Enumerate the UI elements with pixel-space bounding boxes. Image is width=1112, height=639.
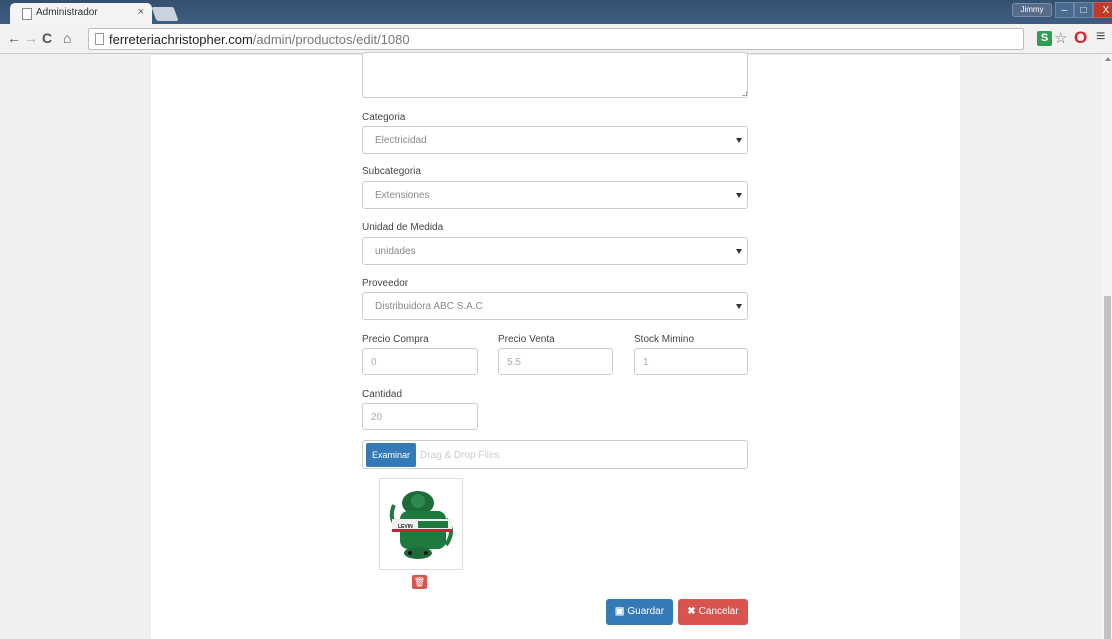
precio-compra-input[interactable]: 0 (362, 348, 478, 375)
stock-minimo-label: Stock Mimino (634, 334, 695, 345)
cantidad-input[interactable]: 20 (362, 403, 478, 430)
address-bar: ← → C ⌂ ferreteriachristopher.com/admin/… (0, 24, 1112, 54)
menu-icon[interactable]: ≡ (1096, 28, 1105, 46)
description-textarea[interactable] (362, 52, 748, 98)
delete-image-button[interactable]: 🗑 (412, 575, 427, 589)
cancel-label: Cancelar (698, 606, 739, 617)
close-window-button[interactable]: X (1093, 2, 1112, 18)
proveedor-select[interactable]: Distribuidora ABC S.A.C (362, 292, 748, 320)
precio-venta-label: Precio Venta (498, 334, 555, 345)
subcategoria-select[interactable]: Extensiones (362, 181, 748, 209)
reload-icon[interactable]: C (42, 30, 52, 46)
extension-icon[interactable]: S (1037, 31, 1052, 46)
opera-icon[interactable]: O (1074, 28, 1087, 48)
chevron-down-icon (736, 249, 742, 254)
categoria-select[interactable]: Electricidad (362, 126, 748, 154)
unidad-label: Unidad de Medida (362, 222, 444, 233)
chevron-down-icon (736, 138, 742, 143)
browser-tab[interactable]: Administrador × (10, 3, 152, 24)
scrollbar-thumb[interactable] (1104, 296, 1111, 639)
tab-title: Administrador (36, 7, 98, 18)
precio-compra-label: Precio Compra (362, 334, 429, 345)
tab-close-icon[interactable]: × (138, 6, 144, 18)
url-input[interactable]: ferreteriachristopher.com/admin/producto… (88, 28, 1024, 50)
home-icon[interactable]: ⌂ (63, 30, 71, 46)
minimize-button[interactable]: – (1055, 2, 1074, 18)
page-icon (95, 33, 104, 45)
precio-venta-input[interactable]: 5.5 (498, 348, 613, 375)
proveedor-label: Proveedor (362, 278, 409, 289)
url-path: /admin/productos/edit/1080 (252, 32, 410, 47)
save-button[interactable]: ▣ Guardar (606, 599, 673, 625)
product-image: LEVIN (379, 478, 463, 570)
maximize-button[interactable]: □ (1074, 2, 1093, 18)
trash-icon: 🗑 (413, 577, 426, 587)
product-band-text: LEVIN (398, 524, 413, 530)
dropzone-placeholder: Drag & Drop Files (420, 450, 500, 461)
stock-minimo-input[interactable]: 1 (634, 348, 748, 375)
resize-handle-icon[interactable] (742, 91, 747, 96)
cantidad-label: Cantidad (362, 389, 403, 400)
cancel-icon: ✖ (687, 606, 696, 617)
cancel-button[interactable]: ✖ Cancelar (678, 599, 748, 625)
profile-button[interactable]: Jimmy (1012, 3, 1052, 17)
save-label: Guardar (627, 606, 665, 617)
chevron-down-icon (736, 304, 742, 309)
chevron-down-icon (736, 193, 742, 198)
back-icon[interactable]: ← (7, 30, 21, 46)
scroll-up-icon[interactable] (1105, 57, 1111, 61)
unidad-value: unidades (375, 246, 416, 257)
new-tab-button[interactable] (151, 7, 179, 21)
window-controls: – □ X (1055, 2, 1112, 18)
url-host: ferreteriachristopher.com (109, 32, 253, 47)
categoria-value: Electricidad (375, 135, 427, 146)
browser-titlebar: Administrador × Jimmy – □ X (0, 0, 1112, 24)
page-icon (22, 8, 32, 20)
proveedor-value: Distribuidora ABC S.A.C (375, 301, 483, 312)
extension-cord-image: LEVIN (389, 491, 453, 559)
save-icon: ▣ (614, 606, 625, 617)
bookmark-star-icon[interactable]: ☆ (1054, 29, 1067, 47)
forward-icon[interactable]: → (24, 30, 38, 46)
subcategoria-value: Extensiones (375, 190, 430, 201)
unidad-select[interactable]: unidades (362, 237, 748, 265)
subcategoria-label: Subcategoria (362, 166, 421, 177)
browse-button[interactable]: Examinar (366, 443, 416, 467)
categoria-label: Categoria (362, 112, 406, 123)
